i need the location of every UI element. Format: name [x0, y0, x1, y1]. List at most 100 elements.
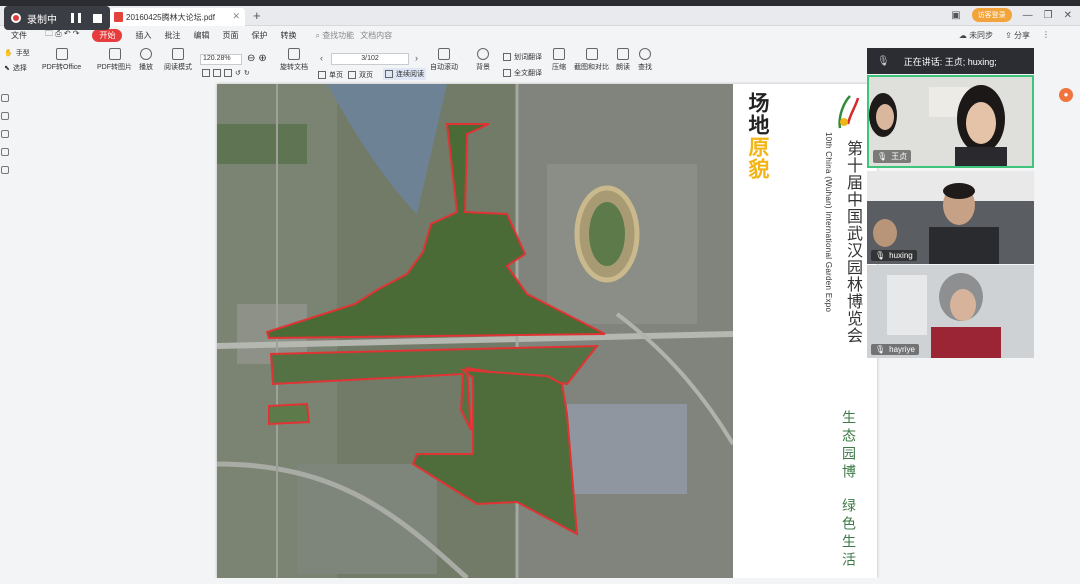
- pdf-to-image-button[interactable]: PDF转图片: [97, 48, 132, 72]
- menu-page[interactable]: 页面: [222, 30, 238, 41]
- rotate-right-icon[interactable]: ↻: [244, 69, 250, 77]
- auto-scroll-button[interactable]: 自动滚动: [430, 48, 458, 72]
- quick-access-icons[interactable]: 🗀 ⎙ ↶ ↷: [45, 28, 79, 42]
- participant-label: 🎙 hayriye: [871, 344, 919, 355]
- continuous-read-button[interactable]: 连续阅读: [383, 68, 426, 80]
- full-translate-button[interactable]: 全文翻译: [503, 68, 542, 78]
- satellite-site-map: [217, 84, 733, 578]
- tab-strip: 录制中 20160425腾林大论坛.pdf ✕ + ▣ 访客登录 — ❐ ✕: [0, 6, 1080, 30]
- rotate-left-icon[interactable]: ↺: [235, 69, 241, 77]
- comment-icon[interactable]: [1, 130, 9, 138]
- participant-tile-2[interactable]: 🎙 huxing: [867, 171, 1034, 264]
- zoom-in-icon[interactable]: ⊕: [258, 53, 266, 64]
- fit-page-icon[interactable]: [202, 69, 210, 77]
- participant-label: 🎙 王贞: [873, 150, 912, 163]
- speaking-text: 正在讲话: 王贞; huxing;: [903, 56, 997, 67]
- stop-icon[interactable]: [93, 13, 102, 23]
- read-mode-label: 阅读模式: [164, 64, 192, 71]
- pause-icon[interactable]: [71, 13, 81, 23]
- actual-size-icon[interactable]: [224, 69, 232, 77]
- close-tab-icon[interactable]: ✕: [232, 11, 240, 22]
- settings-icon[interactable]: [1, 166, 9, 174]
- menu-edit[interactable]: 编辑: [193, 30, 209, 41]
- zoom-input[interactable]: 120.28%: [200, 54, 242, 65]
- doc-content-search[interactable]: 文档内容: [360, 30, 392, 41]
- zoom-out-icon[interactable]: ⊖: [247, 53, 255, 64]
- expo-english-name: 10th China (Wuhan) International Garden …: [824, 132, 833, 313]
- find-button[interactable]: 查找: [638, 48, 652, 72]
- hand-tool[interactable]: ✋ 手型: [4, 48, 30, 58]
- word-translate-button[interactable]: 划词翻译: [503, 52, 542, 62]
- rotate-doc-icon: [288, 48, 300, 60]
- double-page-button[interactable]: 双页: [348, 70, 373, 80]
- recording-indicator[interactable]: 录制中: [4, 6, 110, 30]
- menu-protect[interactable]: 保护: [251, 30, 267, 41]
- read-mode-button[interactable]: 阅读模式: [164, 48, 192, 72]
- read-aloud-button[interactable]: 朗读: [616, 48, 630, 72]
- background-label: 背景: [476, 64, 490, 71]
- prev-page-icon[interactable]: ‹: [320, 53, 323, 63]
- window-controls: ▣ 访客登录 — ❐ ✕: [951, 8, 1072, 22]
- screenshot-icon: [585, 48, 598, 60]
- search-function-label: 查找功能: [322, 30, 355, 40]
- layout-icon[interactable]: ▣: [951, 10, 960, 21]
- more-icon[interactable]: ⋮: [1042, 30, 1050, 41]
- page-number-input[interactable]: 3/102: [331, 53, 409, 65]
- select-tool[interactable]: ⬉ 选择: [4, 63, 27, 73]
- zoom-controls[interactable]: ⊖ ⊕: [247, 53, 267, 64]
- slogan-eco: 生态园博: [841, 410, 857, 482]
- continuous-icon: [385, 70, 393, 78]
- microphone-icon: 🎙: [877, 55, 890, 67]
- document-tab-title: 20160425腾林大论坛.pdf: [126, 12, 215, 22]
- close-window-icon[interactable]: ✕: [1064, 10, 1072, 21]
- compress-button[interactable]: 压缩: [552, 48, 566, 72]
- view-icons[interactable]: ↺ ↻: [202, 69, 250, 77]
- full-translate-icon: [503, 69, 511, 77]
- screenshot-button[interactable]: 截图和对比: [574, 48, 609, 72]
- hand-label: 手型: [15, 50, 30, 57]
- sync-label: 未同步: [969, 30, 994, 40]
- document-tab[interactable]: 20160425腾林大论坛.pdf ✕: [110, 8, 245, 26]
- background-button[interactable]: 背景: [476, 48, 490, 72]
- search-icon: [639, 48, 651, 60]
- sync-status[interactable]: ☁ 未同步: [959, 30, 993, 41]
- single-page-button[interactable]: 单页: [318, 70, 343, 80]
- bookmark-icon[interactable]: [1, 94, 9, 102]
- search-function-input[interactable]: ⌕ 查找功能: [315, 30, 354, 41]
- double-page-label: 双页: [359, 72, 373, 79]
- participant-tile-3[interactable]: 🎙 hayriye: [867, 265, 1034, 358]
- login-button[interactable]: 访客登录: [971, 8, 1012, 22]
- hand-icon: ✋: [4, 50, 13, 57]
- play-button[interactable]: 播放: [139, 48, 153, 72]
- translate-icon: [503, 53, 511, 61]
- participant-tile-1[interactable]: 🎙 王贞: [867, 75, 1034, 168]
- share-button[interactable]: ⇪ 分享: [1005, 30, 1030, 41]
- pdf-to-office-button[interactable]: PDF转Office: [42, 48, 81, 72]
- next-page-icon[interactable]: ›: [415, 53, 418, 63]
- continuous-label: 连续阅读: [396, 71, 424, 78]
- rotate-doc-button[interactable]: 旋转文档: [280, 48, 308, 72]
- left-sidebar: [0, 84, 12, 584]
- cursor-icon: ⬉: [4, 65, 10, 72]
- notification-icon[interactable]: ●: [1059, 88, 1073, 102]
- find-label: 查找: [638, 64, 652, 71]
- restore-icon[interactable]: ❐: [1044, 10, 1053, 21]
- status-bar: [0, 578, 1080, 584]
- pdf-office-icon: [55, 48, 68, 60]
- compress-icon: [553, 48, 565, 60]
- new-tab-icon[interactable]: +: [253, 8, 261, 23]
- meeting-speaking-bar: 🎙 正在讲话: 王贞; huxing;: [867, 48, 1034, 74]
- attachment-icon[interactable]: [1, 148, 9, 156]
- menu-file[interactable]: 文件: [11, 30, 27, 41]
- word-translate-label: 划词翻译: [514, 54, 542, 61]
- menu-insert[interactable]: 插入: [135, 30, 151, 41]
- fit-width-icon[interactable]: [213, 69, 221, 77]
- participant-name: hayriye: [889, 345, 915, 354]
- menu-start[interactable]: 开始: [92, 28, 123, 42]
- minimize-icon[interactable]: —: [1023, 10, 1033, 21]
- thumbnail-icon[interactable]: [1, 112, 9, 120]
- single-page-icon: [318, 71, 326, 79]
- menu-convert[interactable]: 转换: [280, 30, 296, 41]
- menu-comment[interactable]: 批注: [164, 30, 180, 41]
- expo-chinese-name: 第十届中国武汉园林博览会: [844, 140, 863, 344]
